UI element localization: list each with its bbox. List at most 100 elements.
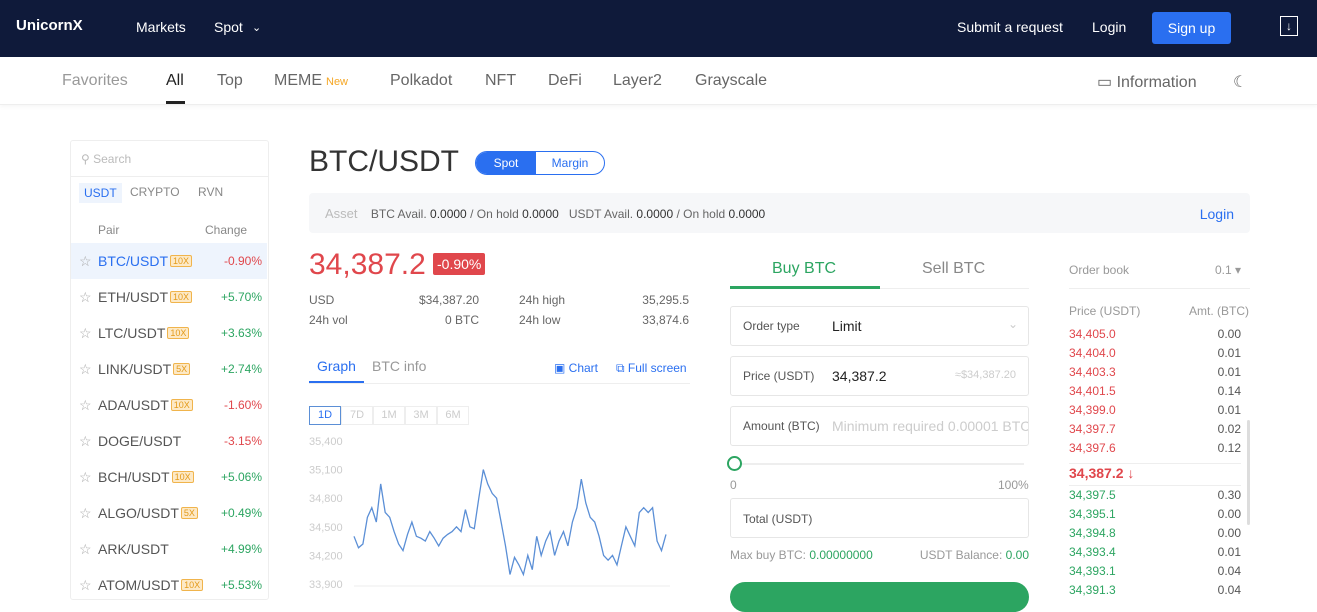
- orderbook-row[interactable]: 34,395.1 0.00: [1069, 507, 1241, 521]
- tab-polkadot[interactable]: Polkadot: [390, 72, 452, 90]
- amount-input[interactable]: Amount (BTC) Minimum required 0.00001 BT…: [730, 406, 1029, 446]
- pair-row[interactable]: ☆ BCH/USDT 10X +5.06%: [71, 459, 267, 495]
- orderbook-row[interactable]: 34,403.3 0.01: [1069, 365, 1241, 379]
- pair-row[interactable]: ☆ LINK/USDT 5X +2.74%: [71, 351, 267, 387]
- orderbook-last-price: 34,387.2 ↓: [1069, 463, 1241, 486]
- tab-meme[interactable]: MEME New: [274, 72, 348, 90]
- signup-button[interactable]: Sign up: [1152, 12, 1231, 44]
- star-icon[interactable]: ☆: [79, 325, 92, 342]
- quote-crypto[interactable]: CRYPTO: [130, 185, 180, 199]
- orderbook-row[interactable]: 34,391.3 0.04: [1069, 583, 1241, 597]
- pair-name: DOGE/USDT: [98, 433, 182, 449]
- star-icon[interactable]: ☆: [79, 289, 92, 306]
- leverage-badge: 10X: [170, 291, 193, 303]
- fullscreen-link[interactable]: ⧉ Full screen: [616, 361, 687, 376]
- price-sparkline: 35,400 35,100 34,800 34,500 34,200 33,900: [309, 436, 670, 591]
- pair-row[interactable]: ☆ DOGE/USDT -3.15%: [71, 423, 267, 459]
- tab-all[interactable]: All: [166, 72, 184, 90]
- star-icon[interactable]: ☆: [79, 397, 92, 414]
- pair-change: -3.15%: [223, 434, 262, 448]
- orderbook-row[interactable]: 34,394.8 0.00: [1069, 526, 1241, 540]
- spot-button[interactable]: Spot: [476, 152, 536, 174]
- order-price: 34,404.0: [1069, 346, 1116, 360]
- chart-link[interactable]: ▣ Chart: [554, 361, 598, 375]
- order-amount: 0.14: [1217, 384, 1241, 398]
- information-link[interactable]: ▭ Information: [1097, 72, 1197, 92]
- orderbook-row[interactable]: 34,404.0 0.01: [1069, 346, 1241, 360]
- mode-toggle: Spot Margin: [475, 151, 605, 175]
- download-icon[interactable]: ↓: [1280, 16, 1298, 36]
- dark-mode-icon[interactable]: ☾: [1233, 72, 1247, 92]
- range-3M[interactable]: 3M: [405, 406, 437, 425]
- col-change[interactable]: Change: [205, 223, 247, 237]
- orderbook-row[interactable]: 34,397.7 0.02: [1069, 422, 1241, 436]
- col-amount: Amt. (BTC): [1189, 304, 1249, 318]
- change-badge: -0.90%: [433, 253, 486, 275]
- tab-nft[interactable]: NFT: [485, 72, 516, 90]
- orderbook-row[interactable]: 34,393.4 0.01: [1069, 545, 1241, 559]
- tab-top[interactable]: Top: [217, 72, 243, 90]
- precision-select[interactable]: 0.1 ▾: [1215, 263, 1241, 277]
- pair-row[interactable]: ☆ ALGO/USDT 5X +0.49%: [71, 495, 267, 531]
- chevron-down-icon[interactable]: ⌄: [252, 21, 261, 34]
- star-icon[interactable]: ☆: [79, 469, 92, 486]
- margin-button[interactable]: Margin: [536, 152, 604, 174]
- asset-login-link[interactable]: Login: [1200, 206, 1234, 222]
- pair-row[interactable]: ☆ ADA/USDT 10X -1.60%: [71, 387, 267, 423]
- range-6M[interactable]: 6M: [437, 406, 469, 425]
- login-link[interactable]: Login: [1092, 19, 1126, 35]
- submit-request-link[interactable]: Submit a request: [957, 19, 1063, 35]
- star-icon[interactable]: ☆: [79, 433, 92, 450]
- orderbook-scrollbar[interactable]: [1247, 420, 1250, 525]
- orderbook-row[interactable]: 34,405.0 0.00: [1069, 327, 1241, 341]
- orderbook-row[interactable]: 34,397.6 0.12: [1069, 441, 1241, 455]
- pair-row[interactable]: ☆ BTC/USDT 10X -0.90%: [71, 243, 267, 279]
- star-icon[interactable]: ☆: [79, 505, 92, 522]
- order-amount: 0.01: [1217, 545, 1241, 559]
- star-icon[interactable]: ☆: [79, 361, 92, 378]
- order-price: 34,394.8: [1069, 526, 1116, 540]
- total-input[interactable]: Total (USDT): [730, 498, 1029, 538]
- pair-row[interactable]: ☆ ETH/USDT 10X +5.70%: [71, 279, 267, 315]
- y-tick: 34,500: [309, 522, 343, 534]
- tab-sell[interactable]: Sell BTC: [922, 260, 985, 278]
- amount-slider[interactable]: [734, 463, 1024, 465]
- tab-defi[interactable]: DeFi: [548, 72, 582, 90]
- search-input[interactable]: ⚲ Search: [71, 141, 268, 177]
- range-1D[interactable]: 1D: [309, 406, 341, 425]
- orderbook-row[interactable]: 34,399.0 0.01: [1069, 403, 1241, 417]
- quote-usdt[interactable]: USDT: [79, 183, 122, 203]
- nav-spot[interactable]: Spot: [214, 19, 243, 35]
- order-amount: 0.04: [1217, 564, 1241, 578]
- order-amount: 0.30: [1217, 488, 1241, 502]
- tab-layer2[interactable]: Layer2: [613, 72, 662, 90]
- orderbook-row[interactable]: 34,397.5 0.30: [1069, 488, 1241, 502]
- tab-buy[interactable]: Buy BTC: [772, 260, 836, 278]
- tab-grayscale[interactable]: Grayscale: [695, 72, 767, 90]
- order-type-select[interactable]: Order type Limit ⌄: [730, 306, 1029, 346]
- pair-change: +4.99%: [220, 542, 262, 556]
- tab-favorites[interactable]: Favorites: [62, 72, 128, 90]
- star-icon[interactable]: ☆: [79, 253, 92, 270]
- orderbook-row[interactable]: 34,393.1 0.04: [1069, 564, 1241, 578]
- tab-graph[interactable]: Graph: [317, 358, 356, 374]
- pair-row[interactable]: ☆ LTC/USDT 10X +3.63%: [71, 315, 267, 351]
- last-price: 34,387.2: [309, 248, 426, 281]
- price-input[interactable]: Price (USDT) 34,387.2 ≈$34,387.20: [730, 356, 1029, 396]
- star-icon[interactable]: ☆: [79, 541, 92, 558]
- leverage-badge: 5X: [173, 363, 191, 375]
- nav-markets[interactable]: Markets: [136, 19, 186, 35]
- pair-row[interactable]: ☆ ARK/USDT +4.99%: [71, 531, 267, 567]
- tab-btc-info[interactable]: BTC info: [372, 358, 426, 374]
- pair-row[interactable]: ☆ ATOM/USDT 10X +5.53%: [71, 567, 267, 603]
- leverage-badge: 10X: [170, 255, 193, 267]
- range-1M[interactable]: 1M: [373, 406, 405, 425]
- buy-button[interactable]: [730, 582, 1029, 612]
- logo[interactable]: UnicornX: [16, 17, 83, 34]
- star-icon[interactable]: ☆: [79, 577, 92, 594]
- range-7D[interactable]: 7D: [341, 406, 373, 425]
- quote-rvn[interactable]: RVN: [198, 185, 223, 199]
- range-selector: 1D 7D 1M 3M 6M: [309, 406, 469, 425]
- orderbook-row[interactable]: 34,401.5 0.14: [1069, 384, 1241, 398]
- slider-handle[interactable]: [727, 456, 742, 471]
